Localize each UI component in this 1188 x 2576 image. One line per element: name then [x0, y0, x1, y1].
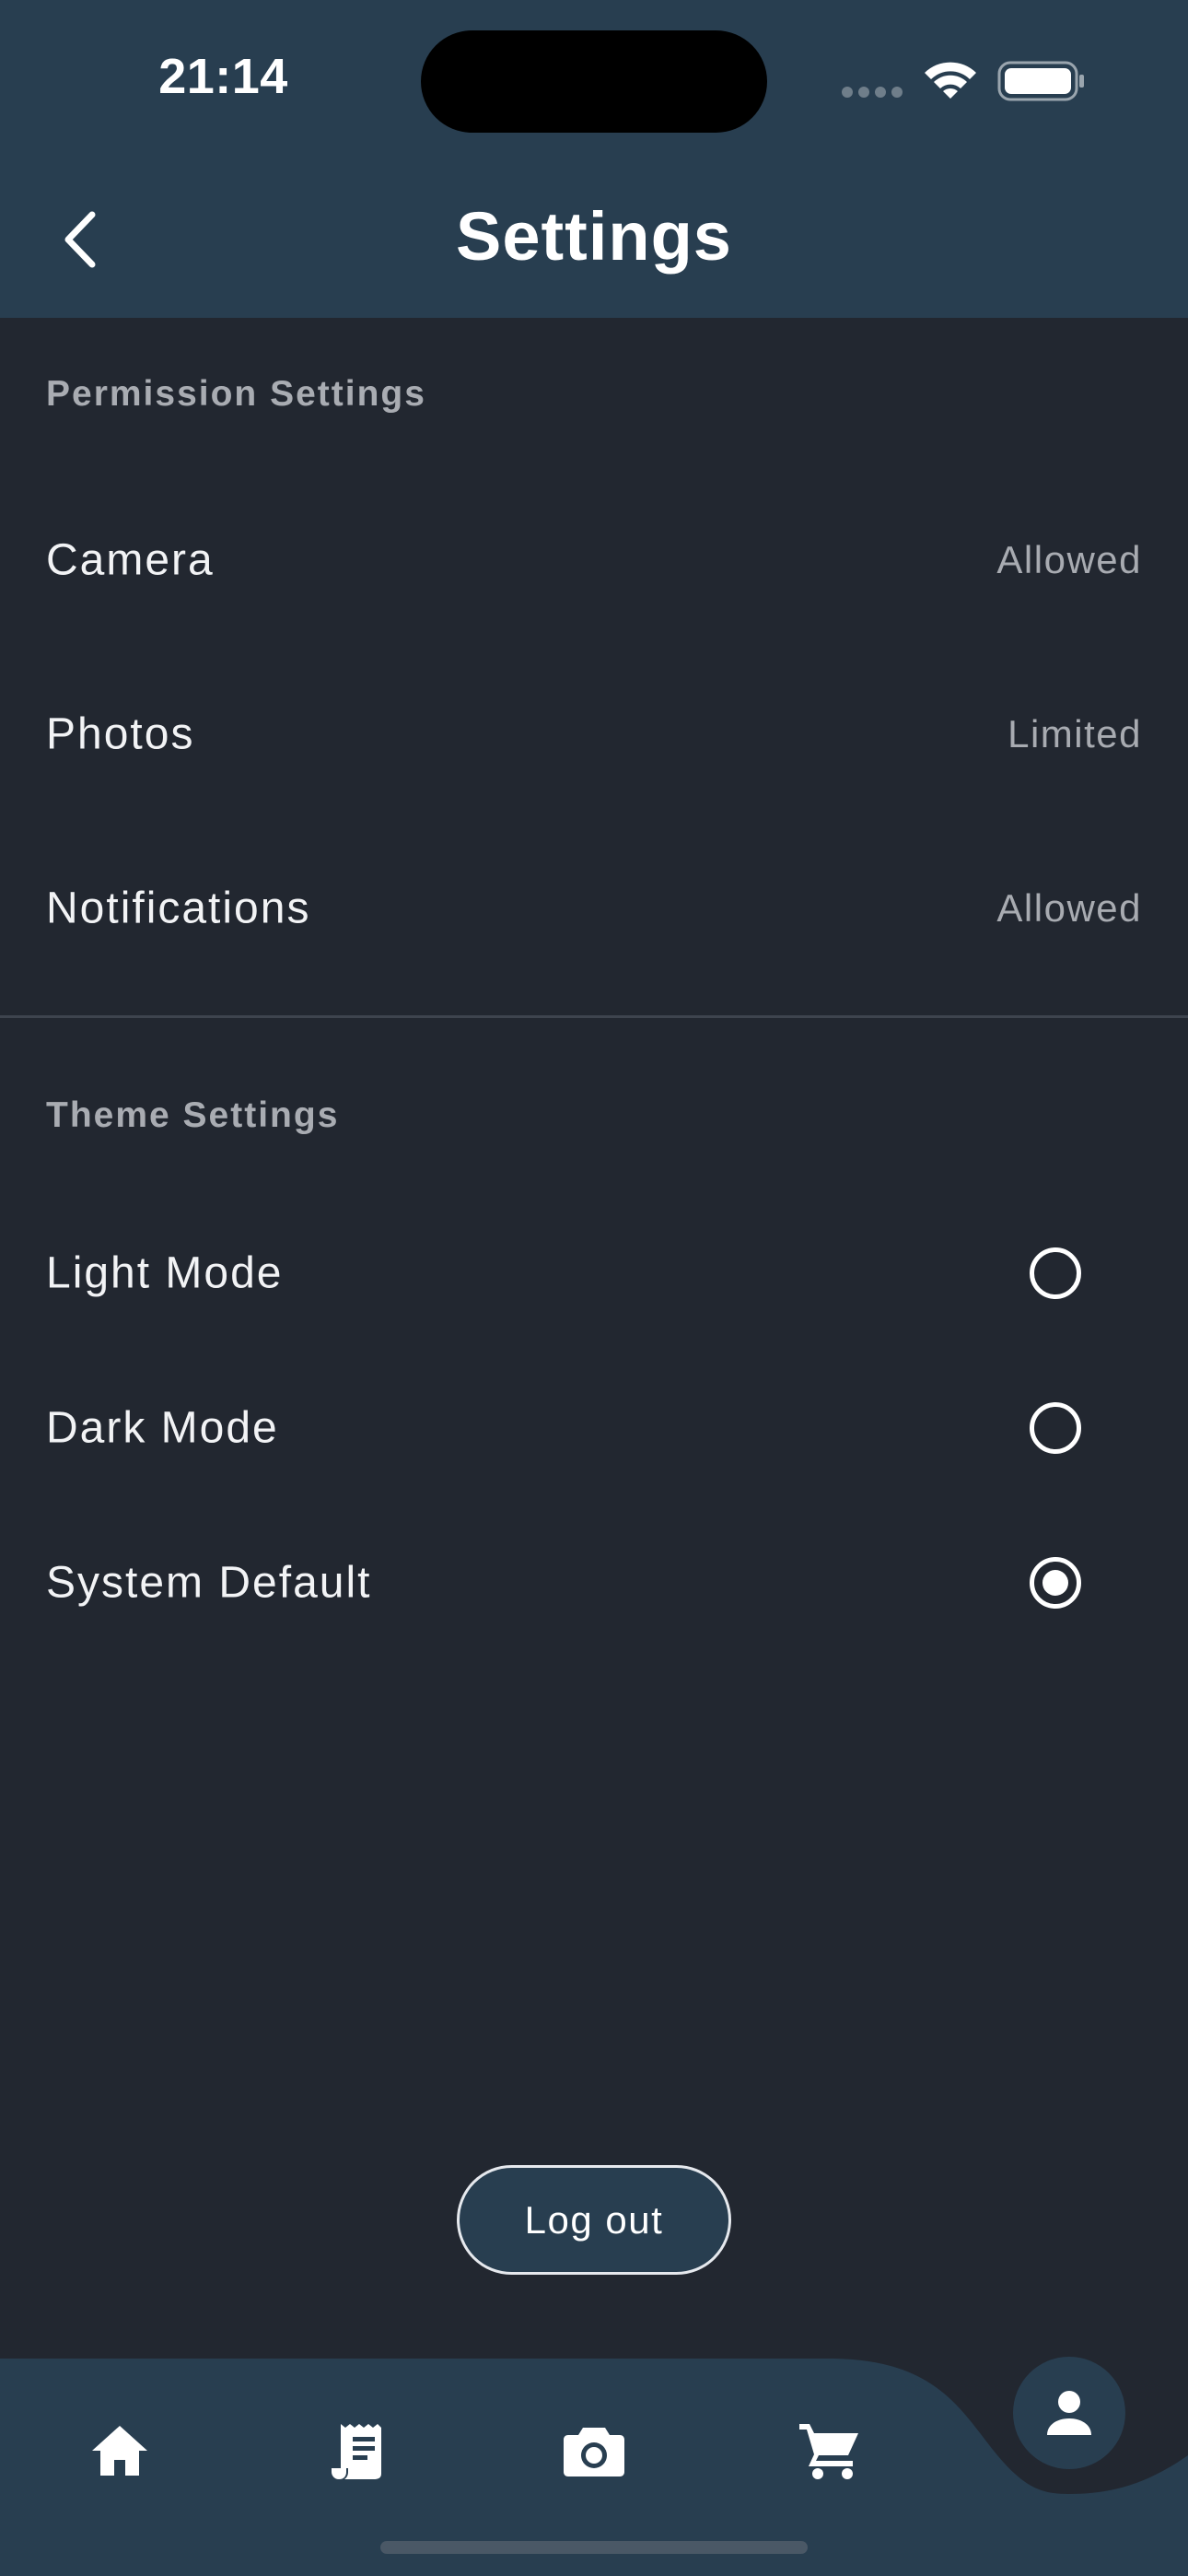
receipt-icon [332, 2424, 381, 2479]
nav-home[interactable] [69, 2400, 170, 2501]
nav-cart[interactable] [779, 2400, 880, 2501]
permission-status: Limited [1007, 712, 1142, 755]
header: 21:14 Settings [0, 0, 1188, 318]
permission-row-notifications[interactable]: Notifications Allowed [0, 835, 1188, 982]
nav-profile[interactable] [1013, 2357, 1125, 2469]
page-title: Settings [456, 198, 732, 275]
permission-status: Allowed [996, 886, 1142, 930]
back-button[interactable] [46, 198, 112, 281]
cart-icon [799, 2424, 858, 2479]
theme-option-light[interactable]: Light Mode [0, 1200, 1188, 1347]
cellular-signal-icon [842, 87, 904, 100]
permission-row-photos[interactable]: Photos Limited [0, 661, 1188, 808]
radio-button[interactable] [1030, 1247, 1081, 1299]
home-icon [92, 2426, 147, 2476]
permission-settings-header: Permission Settings [46, 374, 426, 414]
theme-option-dark[interactable]: Dark Mode [0, 1354, 1188, 1502]
settings-screen: 21:14 Settings Permission Settings Camer… [0, 0, 1188, 2576]
chevron-left-icon [64, 211, 96, 268]
radio-button-selected[interactable] [1030, 1557, 1081, 1609]
section-divider [0, 1015, 1188, 1018]
theme-option-label: Dark Mode [46, 1403, 279, 1453]
wifi-icon [925, 62, 976, 99]
permission-label: Camera [46, 535, 215, 585]
theme-option-system-default[interactable]: System Default [0, 1509, 1188, 1657]
nav-orders[interactable] [307, 2400, 408, 2501]
status-time: 21:14 [158, 49, 288, 104]
nav-camera[interactable] [543, 2400, 645, 2501]
dynamic-island [421, 30, 767, 133]
home-indicator [380, 2541, 808, 2554]
permission-status: Allowed [996, 538, 1142, 581]
profile-icon [1047, 2391, 1091, 2435]
theme-option-label: Light Mode [46, 1248, 284, 1298]
permission-row-camera[interactable]: Camera Allowed [0, 486, 1188, 634]
theme-option-label: System Default [46, 1558, 372, 1608]
camera-icon [564, 2428, 624, 2476]
permission-label: Notifications [46, 884, 311, 933]
radio-button[interactable] [1030, 1402, 1081, 1454]
permission-label: Photos [46, 709, 195, 759]
logout-button[interactable]: Log out [457, 2165, 731, 2275]
theme-settings-header: Theme Settings [46, 1095, 340, 1135]
battery-icon [997, 61, 1084, 101]
